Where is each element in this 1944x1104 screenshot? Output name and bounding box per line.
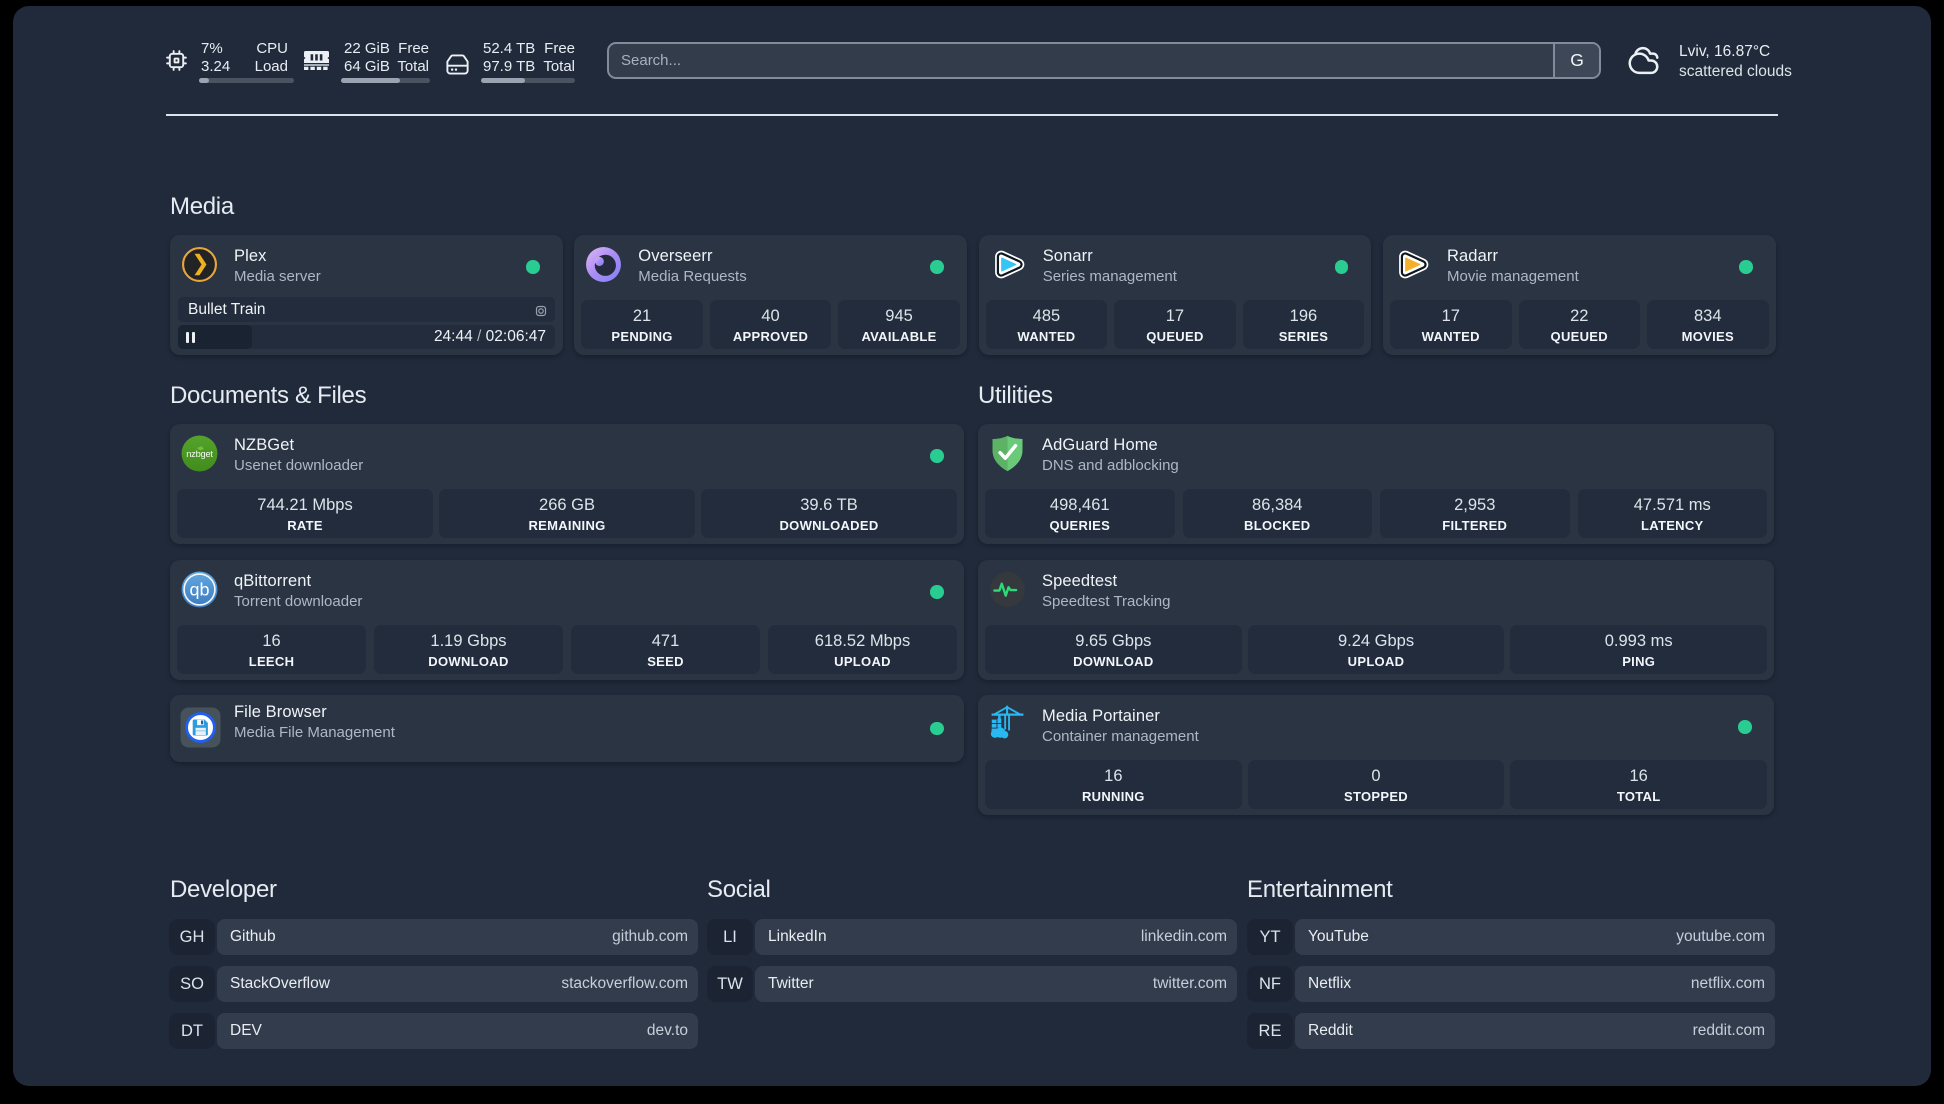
svg-text:nzbget: nzbget xyxy=(186,449,213,459)
svg-text:qb: qb xyxy=(190,580,210,600)
